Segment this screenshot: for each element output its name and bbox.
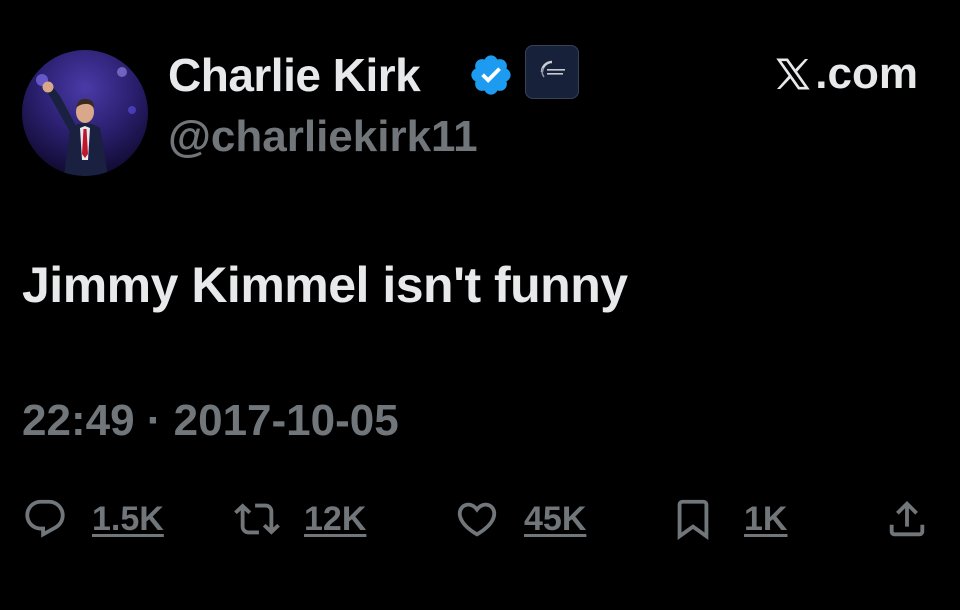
- reply-count: 1.5K: [92, 499, 164, 538]
- brand-label: .com: [815, 49, 918, 98]
- brand-watermark: .com: [773, 46, 918, 102]
- tweet-card: Charlie Kirk @charliekirk11 .com Jimmy K…: [0, 0, 960, 610]
- organization-logo-graphic: [540, 60, 565, 78]
- organization-logo-icon[interactable]: [525, 45, 579, 99]
- x-logo-icon: [776, 58, 811, 90]
- tweet-timestamp[interactable]: 22:49 · 2017-10-05: [22, 392, 399, 450]
- repost-button[interactable]: 12K: [234, 494, 366, 544]
- reply-icon: [25, 499, 65, 538]
- avatar[interactable]: [22, 50, 148, 176]
- bookmark-button[interactable]: 1K: [670, 494, 787, 544]
- repost-count: 12K: [304, 499, 367, 538]
- display-name[interactable]: Charlie Kirk: [168, 44, 421, 106]
- bookmark-count: 1K: [744, 499, 788, 538]
- action-bar: 1.5K 12K 45K 1K: [22, 494, 938, 544]
- share-button[interactable]: [884, 494, 930, 544]
- avatar-photo: [36, 67, 136, 176]
- share-icon: [889, 500, 925, 537]
- verified-badge-icon: [471, 55, 511, 95]
- repost-icon: [234, 503, 280, 535]
- user-handle[interactable]: @charliekirk11: [168, 108, 478, 166]
- reply-button[interactable]: 1.5K: [22, 494, 164, 544]
- like-button[interactable]: 45K: [454, 494, 586, 544]
- heart-icon: [457, 502, 497, 537]
- bookmark-icon: [677, 499, 709, 540]
- like-count: 45K: [524, 499, 587, 538]
- tweet-text: Jimmy Kimmel isn't funny: [22, 257, 628, 313]
